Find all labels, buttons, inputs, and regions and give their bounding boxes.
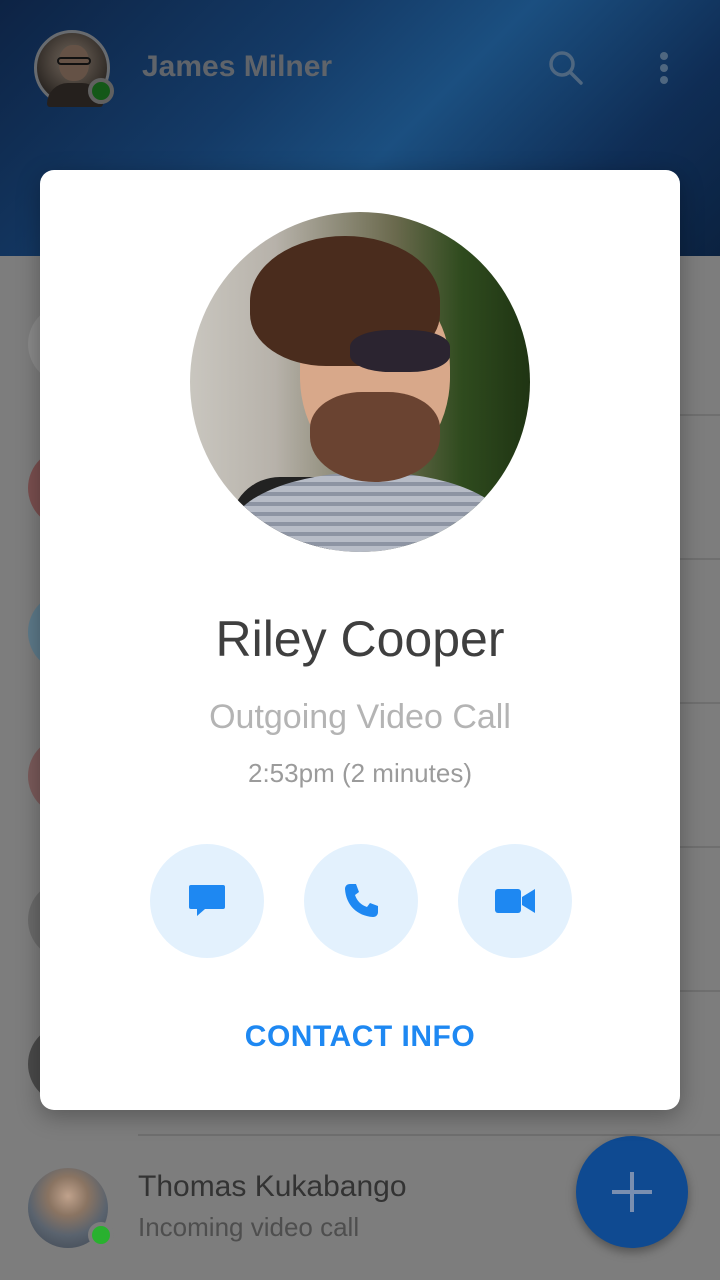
contact-name: Riley Cooper	[215, 611, 505, 667]
call-details-dialog: Riley Cooper Outgoing Video Call 2:53pm …	[40, 170, 680, 1110]
message-icon	[189, 885, 225, 916]
search-icon[interactable]	[546, 48, 586, 88]
contact-photo	[190, 212, 530, 552]
call-type: Outgoing Video Call	[209, 698, 511, 736]
video-call-button[interactable]	[458, 844, 572, 958]
contact-info-button[interactable]: CONTACT INFO	[40, 1020, 680, 1054]
contact-name: Thomas Kukabango	[138, 1170, 407, 1203]
call-status: Incoming video call	[138, 1212, 360, 1242]
more-vertical-icon[interactable]	[644, 48, 684, 88]
call-time: 2:53pm (2 minutes)	[248, 758, 472, 788]
message-button[interactable]	[150, 844, 264, 958]
user-name: James Milner	[142, 50, 333, 83]
new-call-button[interactable]	[576, 1136, 688, 1248]
online-status-dot	[88, 78, 114, 104]
phone-icon	[345, 884, 378, 917]
online-status-dot	[88, 1222, 114, 1248]
video-camera-icon	[495, 889, 535, 913]
voice-call-button[interactable]	[304, 844, 418, 958]
